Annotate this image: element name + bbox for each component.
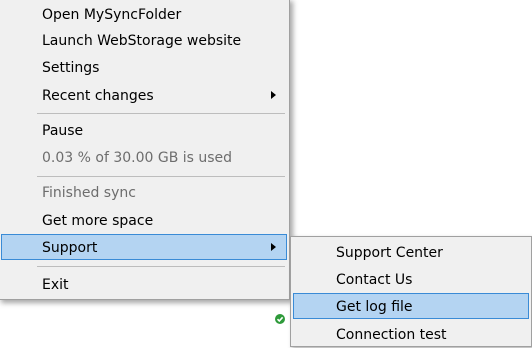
menu-item-label: Launch WebStorage website [42, 33, 242, 49]
menu-item-sync-status: Finished sync [1, 179, 287, 205]
menu-item-get-more-space[interactable]: Get more space [1, 207, 287, 233]
submenu-item-connection-test[interactable]: Connection test [293, 321, 529, 347]
menu-item-label: Contact Us [336, 272, 413, 288]
menu-item-label: Finished sync [42, 185, 136, 201]
menu-item-label: Recent changes [42, 88, 154, 104]
menu-item-launch-webstorage[interactable]: Launch WebStorage website [1, 27, 287, 53]
menu-separator [37, 113, 285, 114]
menu-item-label: Open MySyncFolder [42, 7, 182, 23]
chevron-right-icon [271, 243, 276, 251]
menu-item-exit[interactable]: Exit [1, 271, 287, 297]
menu-item-label: Settings [42, 60, 100, 76]
menu-separator [37, 266, 285, 267]
menu-item-label: Pause [42, 123, 84, 139]
menu-separator [37, 176, 285, 177]
submenu-item-get-log-file[interactable]: Get log file [293, 293, 529, 319]
menu-item-support[interactable]: Support [1, 234, 287, 260]
menu-item-label: Support Center [336, 245, 443, 261]
menu-item-storage-usage: 0.03 % of 30.00 GB is used [1, 144, 287, 170]
menu-item-label: Get more space [42, 213, 154, 229]
menu-item-label: Exit [42, 277, 69, 293]
tray-context-menu: Open MySyncFolder Launch WebStorage webs… [0, 0, 290, 300]
submenu-item-contact-us[interactable]: Contact Us [293, 266, 529, 292]
menu-item-settings[interactable]: Settings [1, 54, 287, 80]
sync-ok-icon[interactable] [275, 314, 285, 324]
menu-item-recent-changes[interactable]: Recent changes [1, 82, 287, 108]
support-submenu: Support Center Contact Us Get log file C… [290, 236, 532, 347]
menu-item-pause[interactable]: Pause [1, 117, 287, 143]
menu-item-label: 0.03 % of 30.00 GB is used [42, 150, 233, 166]
menu-item-open-mysyncfolder[interactable]: Open MySyncFolder [1, 1, 287, 27]
menu-item-label: Connection test [336, 327, 447, 343]
menu-item-label: Support [42, 240, 98, 256]
menu-item-label: Get log file [336, 299, 413, 315]
chevron-right-icon [271, 91, 276, 99]
submenu-item-support-center[interactable]: Support Center [293, 239, 529, 265]
